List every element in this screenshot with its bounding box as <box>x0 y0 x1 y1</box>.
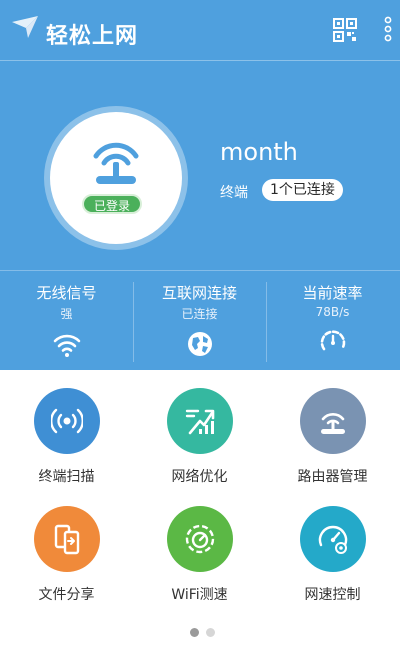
app-title: 轻松上网 <box>46 24 139 49</box>
divider <box>0 270 400 271</box>
tools-grid: 终端扫描 网络优化 路由器管理 文件分享 WiFi测速 网速控制 <box>0 370 400 667</box>
tool-wifi-speedtest[interactable]: WiFi测速 <box>133 488 266 603</box>
stat-value: 78B/s <box>315 305 350 319</box>
title-bar: 轻松上网 <box>0 0 400 62</box>
stat-label: 无线信号 <box>36 284 97 302</box>
tool-icon-circle <box>167 506 233 572</box>
router-wifi-icon <box>93 142 139 184</box>
login-status-badge: 已登录 <box>82 194 142 214</box>
network-name: month <box>220 138 298 166</box>
tool-label: WiFi测速 <box>171 587 228 603</box>
router-icon <box>321 413 345 434</box>
tool-label: 网络优化 <box>171 469 228 485</box>
terminal-label: 终端 <box>220 185 248 201</box>
optimize-icon <box>185 409 215 435</box>
stat-wireless-signal: 无线信号 强 <box>0 282 133 358</box>
wifi-icon <box>53 334 80 357</box>
tool-label: 路由器管理 <box>297 469 368 485</box>
tool-icon-circle <box>167 388 233 454</box>
tool-network-optimize[interactable]: 网络优化 <box>133 370 266 485</box>
page-dot-active[interactable] <box>190 628 199 637</box>
globe-icon <box>187 332 212 356</box>
speed-control-icon <box>318 525 348 554</box>
page-indicator <box>190 628 218 638</box>
stat-internet-connection: 互联网连接 已连接 <box>133 282 266 358</box>
paper-plane-icon <box>12 16 38 38</box>
stat-value: 已连接 <box>181 307 218 321</box>
qr-code-icon[interactable] <box>333 18 357 42</box>
file-share-icon <box>54 524 80 555</box>
stat-label: 互联网连接 <box>161 284 237 302</box>
tool-icon-circle <box>34 506 100 572</box>
divider <box>0 60 400 61</box>
connected-devices-badge[interactable]: 1个已连接 <box>262 179 343 201</box>
tool-file-share[interactable]: 文件分享 <box>0 488 133 603</box>
page-dot[interactable] <box>206 628 215 637</box>
status-panel: 轻松上网 已登录 month 终端 1个已连接 无线信号 强 互联网连接 已连接… <box>0 0 400 370</box>
stat-label: 当前速率 <box>302 284 363 302</box>
stat-current-rate: 当前速率 78B/s <box>266 282 399 355</box>
tool-speed-control[interactable]: 网速控制 <box>266 488 399 603</box>
more-vert-icon[interactable] <box>384 16 392 42</box>
router-status-button[interactable]: 已登录 <box>50 112 182 244</box>
tool-label: 终端扫描 <box>38 469 95 485</box>
speed-gauge-icon <box>320 330 345 351</box>
tool-icon-circle <box>34 388 100 454</box>
tool-icon-circle <box>300 506 366 572</box>
tool-terminal-scan[interactable]: 终端扫描 <box>0 370 133 485</box>
tool-router-management[interactable]: 路由器管理 <box>266 370 399 485</box>
tool-icon-circle <box>300 388 366 454</box>
speedtest-icon <box>185 524 215 554</box>
scan-icon <box>51 408 83 434</box>
tool-label: 文件分享 <box>38 587 95 603</box>
tool-label: 网速控制 <box>304 587 361 603</box>
stat-value: 强 <box>60 307 73 321</box>
